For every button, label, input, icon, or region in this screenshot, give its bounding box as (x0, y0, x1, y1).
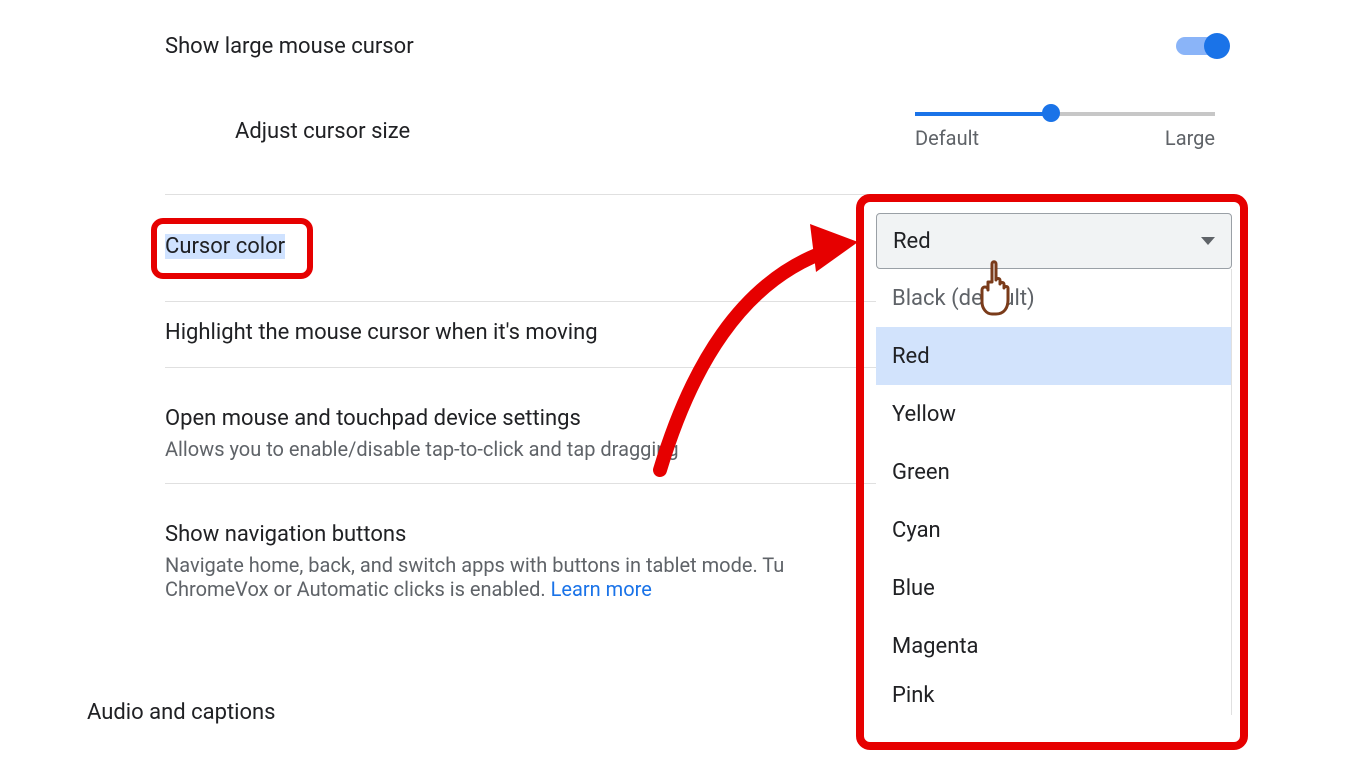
option-cyan[interactable]: Cyan (876, 501, 1231, 559)
slider-thumb[interactable] (1042, 104, 1060, 122)
dropdown-selected-value: Red (893, 229, 931, 254)
option-blue[interactable]: Blue (876, 559, 1231, 617)
cursor-color-label: Cursor color (165, 234, 285, 259)
nav-buttons-sub-line2: ChromeVox or Automatic clicks is enabled… (165, 577, 551, 601)
slider-fill (915, 112, 1050, 116)
option-magenta[interactable]: Magenta (876, 617, 1231, 675)
annotation-highlight-box: Cursor color (151, 218, 313, 279)
option-red[interactable]: Red (876, 327, 1231, 385)
toggle-thumb (1204, 33, 1230, 59)
slider-max-label: Large (1165, 126, 1215, 150)
nav-buttons-sub-line1: Navigate home, back, and switch apps wit… (165, 553, 784, 577)
option-black-default[interactable]: Black (default) (876, 269, 1231, 327)
adjust-cursor-size-label: Adjust cursor size (235, 119, 410, 144)
option-pink[interactable]: Pink (876, 675, 1231, 715)
show-large-cursor-label: Show large mouse cursor (165, 34, 414, 59)
option-green[interactable]: Green (876, 443, 1231, 501)
large-cursor-toggle[interactable] (1176, 32, 1230, 60)
cursor-color-dropdown[interactable]: Red (876, 213, 1232, 269)
cursor-size-slider[interactable] (915, 112, 1215, 116)
audio-captions-section-header: Audio and captions (87, 700, 276, 725)
slider-min-label: Default (915, 126, 979, 150)
cursor-color-option-list: Black (default) Red Yellow Green Cyan Bl… (876, 269, 1232, 715)
chevron-down-icon (1201, 237, 1215, 245)
learn-more-link[interactable]: Learn more (551, 577, 652, 601)
option-yellow[interactable]: Yellow (876, 385, 1231, 443)
highlight-moving-cursor-label: Highlight the mouse cursor when it's mov… (165, 320, 598, 345)
